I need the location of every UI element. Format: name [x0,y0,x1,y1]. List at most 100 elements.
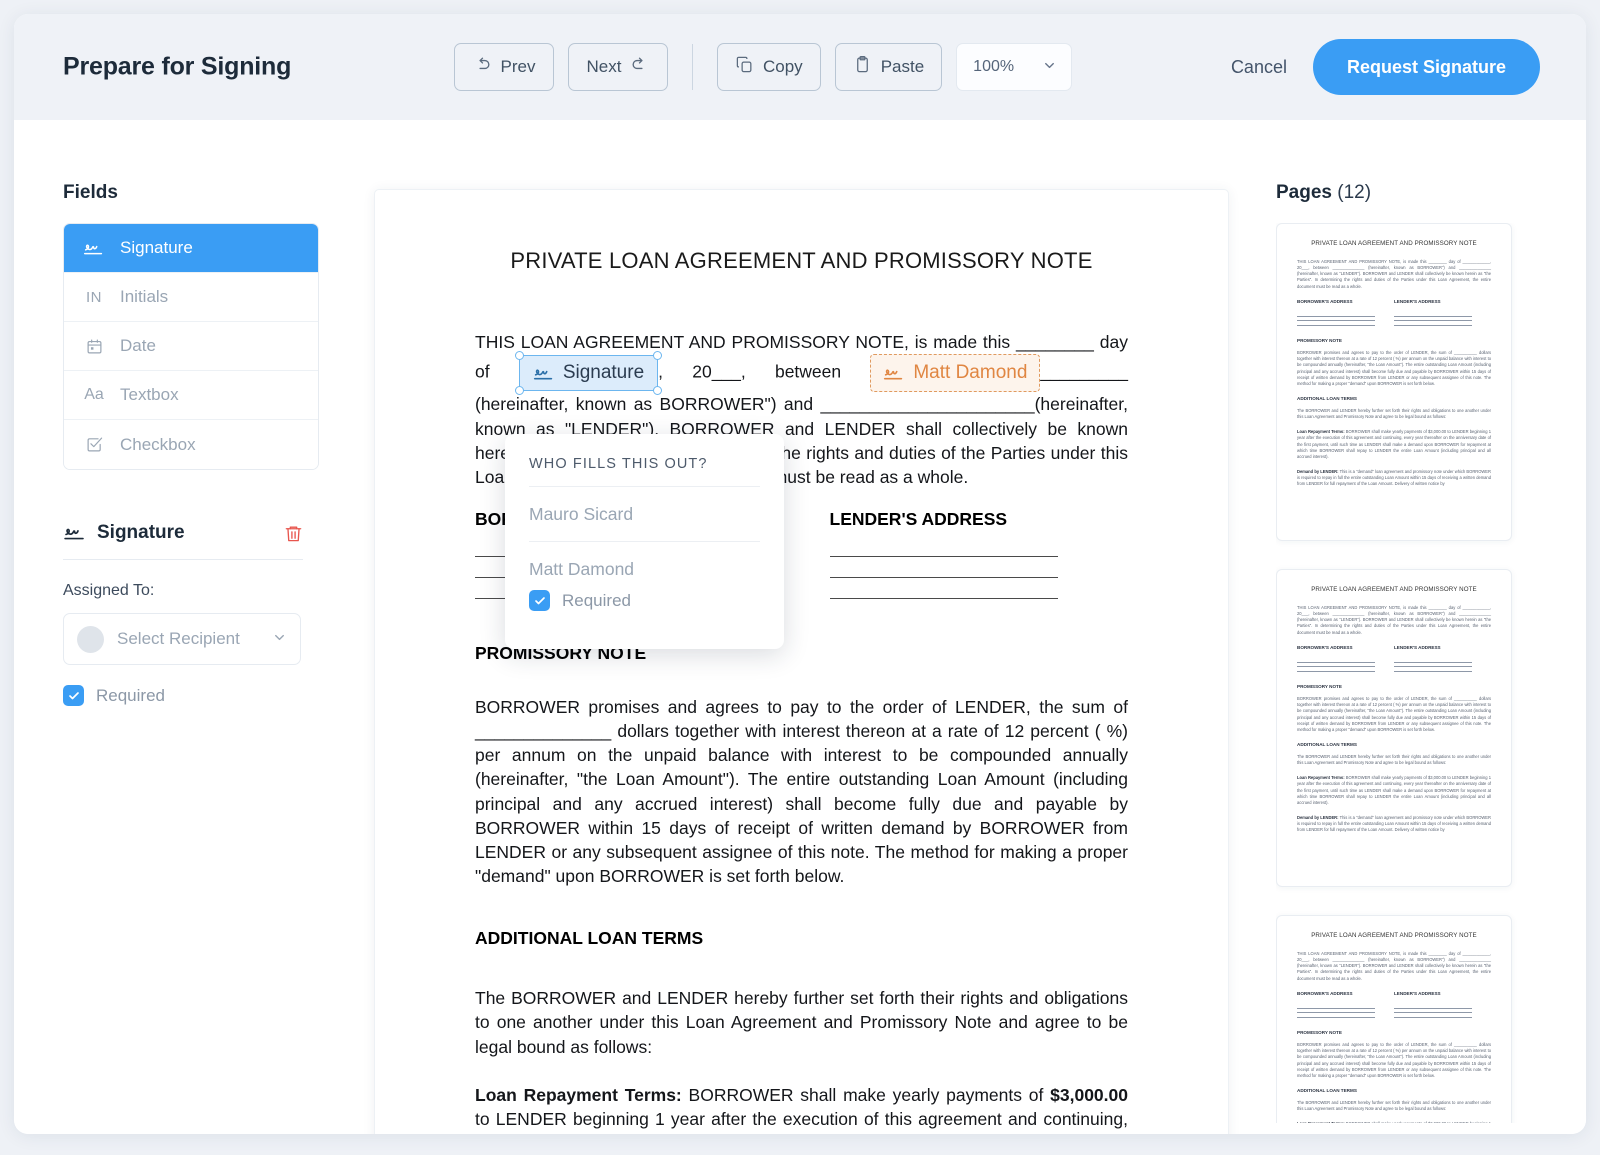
sidebar-item-checkbox[interactable]: Checkbox [64,420,318,469]
page-thumbnail[interactable]: PRIVATE LOAN AGREEMENT AND PROMISSORY NO… [1276,569,1512,887]
placed-field-label: Matt Damond [913,362,1028,384]
lender-address-lines [829,555,1129,599]
page-thumbnail[interactable]: PRIVATE LOAN AGREEMENT AND PROMISSORY NO… [1276,915,1512,1123]
body-area: Fields Signature IN Initials Date Aa Tex… [14,120,1586,1134]
popup-option-matt-damond[interactable]: Matt Damond [529,542,760,588]
page-thumbnail-list[interactable]: PRIVATE LOAN AGREEMENT AND PROMISSORY NO… [1276,223,1526,1123]
repayment-terms-label: Loan Repayment Terms: [475,1084,682,1105]
zoom-select[interactable]: 100% [956,43,1073,91]
thumb-paragraph: The BORROWER and LENDER hereby further s… [1297,408,1491,420]
popup-option-mauro-sicard[interactable]: Mauro Sicard [529,487,760,542]
avatar [77,625,104,653]
fields-sidebar: Fields Signature IN Initials Date Aa Tex… [63,182,319,706]
thumb-address-line [1394,320,1472,322]
text-icon: Aa [84,386,104,403]
next-label: Next [586,57,622,76]
thumb-paragraph-repayment: Loan Repayment Terms: BORROWER shall mak… [1297,1121,1491,1123]
popup-title: WHO FILLS THIS OUT? [529,456,760,487]
zoom-value: 100% [973,58,1015,75]
thumb-additional-heading: ADDITIONAL LOAN TERMS [1297,742,1357,748]
request-signature-button[interactable]: Request Signature [1312,39,1540,95]
thumb-title: PRIVATE LOAN AGREEMENT AND PROMISSORY NO… [1311,586,1477,593]
sidebar-item-date[interactable]: Date [64,322,318,371]
thumb-address-row: BORROWER'S ADDRESS LENDER'S ADDRESS [1297,645,1491,657]
resize-handle-top-right[interactable] [653,351,663,361]
thumb-address-row: BORROWER'S ADDRESS LENDER'S ADDRESS [1297,299,1491,311]
thumb-address-line [1394,670,1472,672]
thumb-paragraph: The BORROWER and LENDER hereby further s… [1297,1100,1491,1112]
paste-label: Paste [880,57,925,76]
thumb-paragraph: The BORROWER and LENDER hereby further s… [1297,754,1491,766]
paste-button[interactable]: Paste [834,43,943,91]
thumb-address-line [1394,1012,1472,1014]
thumb-address-line [1394,324,1472,326]
thumb-address-line [1394,315,1472,317]
pages-count: (12) [1337,182,1372,203]
thumb-address-line [1394,1016,1472,1018]
thumb-paragraph-demand: Demand by LENDER: This is a "demand" loa… [1297,469,1491,487]
prev-label: Prev [500,57,536,76]
sidebar-item-signature[interactable]: Signature [64,224,318,273]
next-button[interactable]: Next [568,43,668,91]
document-title: PRIVATE LOAN AGREEMENT AND PROMISSORY NO… [510,248,1093,273]
sidebar-item-label: Checkbox [120,434,196,454]
doc-text-d: BORROWER shall make yearly payments of [681,1084,1051,1105]
thumb-paragraph: BORROWER promises and agrees to pay to t… [1297,350,1491,386]
required-checkbox-row[interactable]: Required [63,685,303,706]
trash-icon[interactable] [284,524,303,543]
field-properties-panel: Signature Assigned To: Select Recipient [63,522,303,706]
placed-field-signature-filled[interactable]: Matt Damond [870,354,1041,393]
repayment-amount: $3,000.00 [1050,1084,1128,1105]
thumb-address-line [1297,324,1375,326]
check-icon [63,685,84,706]
sidebar-item-label: Signature [120,238,193,257]
thumb-address-line [1297,1012,1375,1014]
calendar-icon [83,338,105,355]
copy-label: Copy [763,57,803,76]
doc-text-b: , 20___, between [658,361,871,382]
sidebar-item-initials[interactable]: IN Initials [64,273,318,322]
thumb-address-line [1297,1016,1375,1018]
thumb-paragraph-repayment: Loan Repayment Terms: BORROWER shall mak… [1297,775,1491,806]
popup-required-label: Required [562,590,631,610]
sidebar-item-textbox[interactable]: Aa Textbox [64,371,318,420]
header-actions: Cancel Request Signature [1231,39,1540,95]
redo-arrow-icon [630,55,649,79]
sidebar-item-label: Date [120,336,156,355]
pages-heading-label: Pages [1276,182,1332,203]
who-fills-this-out-popup: WHO FILLS THIS OUT? Mauro Sicard Matt Da… [505,434,784,649]
copy-icon [735,55,754,79]
placed-field-signature-selected[interactable]: Signature [514,351,663,396]
chevron-down-icon [1042,58,1057,76]
thumb-repayment-label: Loan Repayment Terms: [1297,1121,1345,1123]
recipient-select[interactable]: Select Recipient [63,613,301,665]
thumb-paragraph: THIS LOAN AGREEMENT AND PROMISSORY NOTE,… [1297,951,1491,981]
thumb-address-lines-row [1297,1007,1491,1022]
thumb-address-line [1297,1007,1375,1009]
thumb-repayment-label: Loan Repayment Terms: [1297,775,1345,781]
checkbox-icon [83,436,105,453]
resize-handle-top-left[interactable] [514,351,524,361]
thumb-address-line [1297,320,1375,322]
document-paragraph-3: The BORROWER and LENDER hereby further s… [475,988,1128,1057]
thumb-additional-heading: ADDITIONAL LOAN TERMS [1297,1088,1357,1094]
additional-loan-terms-heading: ADDITIONAL LOAN TERMS [475,928,704,949]
thumb-promissory-heading: PROMISSORY NOTE [1297,1030,1342,1036]
page-thumbnail[interactable]: PRIVATE LOAN AGREEMENT AND PROMISSORY NO… [1276,223,1512,541]
signature-icon [533,366,554,381]
copy-button[interactable]: Copy [717,43,821,91]
pages-heading: Pages (12) [1276,182,1542,204]
thumb-address-row: BORROWER'S ADDRESS LENDER'S ADDRESS [1297,991,1491,1003]
fields-list: Signature IN Initials Date Aa Textbox Ch… [63,223,319,470]
thumb-additional-heading: ADDITIONAL LOAN TERMS [1297,396,1357,402]
document-canvas[interactable]: PRIVATE LOAN AGREEMENT AND PROMISSORY NO… [374,189,1229,1134]
thumb-address-lines-row [1297,315,1491,330]
required-label: Required [96,685,165,705]
undo-arrow-icon [473,55,492,79]
recipient-placeholder: Select Recipient [117,629,240,648]
cancel-button[interactable]: Cancel [1231,57,1287,78]
field-properties-header: Signature [63,522,303,560]
popup-required-checkbox-row[interactable]: Required [529,590,760,611]
assigned-to-label: Assigned To: [63,582,155,599]
prev-button[interactable]: Prev [454,43,554,91]
